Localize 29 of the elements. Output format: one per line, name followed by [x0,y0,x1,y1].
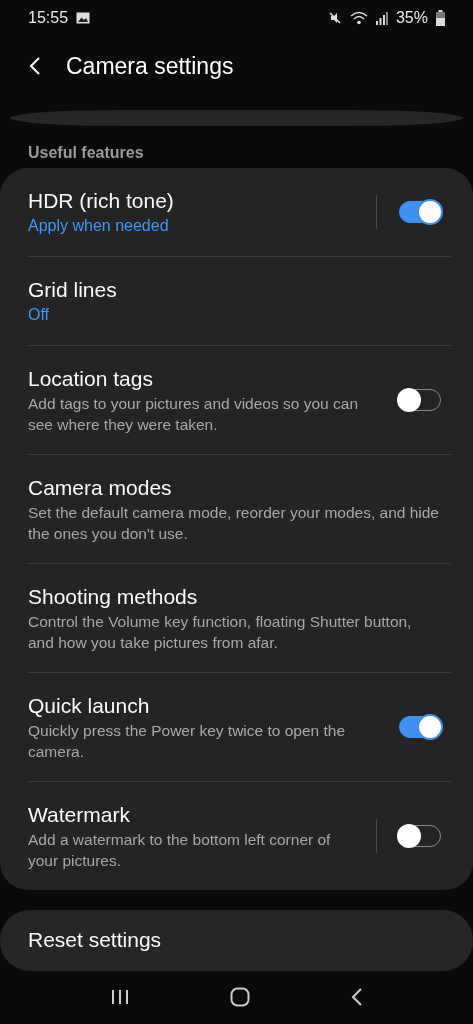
setting-description: Add tags to your pictures and videos so you can see where they were taken. [28,394,359,435]
setting-description: Add a watermark to the bottom left corner of your pictures. [28,830,332,871]
mute-icon [327,11,342,26]
setting-description: Control the Volume key function, floating Shutter button, and how you take pictures from afar. [28,612,413,653]
setting-description: Quickly press the Power key twice to open the camera. [28,721,347,762]
setting-title: Watermark [28,802,131,828]
signal-icon [375,11,388,26]
setting-description: Set the default camera mode, reorder your modes, and hide the ones you don't use. [28,503,440,544]
battery-icon [436,10,445,27]
reset-settings-button[interactable]: Reset settings [0,910,473,971]
setting-title: Grid lines [28,277,118,303]
setting-value: Off [28,305,51,325]
section-header: Useful features [27,143,145,163]
picture-notification-icon [76,12,91,25]
setting-title: Shooting methods [28,584,199,610]
page-title: Camera settings [66,53,234,80]
battery-percentage: 35% [395,9,428,28]
clock: 15:55 [28,9,69,28]
setting-title: HDR (rich tone) [28,188,175,214]
setting-value: Apply when needed [28,216,170,236]
wifi-icon [349,11,368,26]
setting-title: Quick launch [28,693,151,719]
recent-apps-button[interactable] [110,989,129,1006]
setting-title: Location tags [28,366,154,392]
toggle-switch[interactable] [399,201,441,223]
home-button[interactable] [229,987,250,1008]
back-button[interactable] [350,988,363,1007]
toggle-switch[interactable] [399,716,441,738]
setting-title: Camera modes [28,475,173,501]
